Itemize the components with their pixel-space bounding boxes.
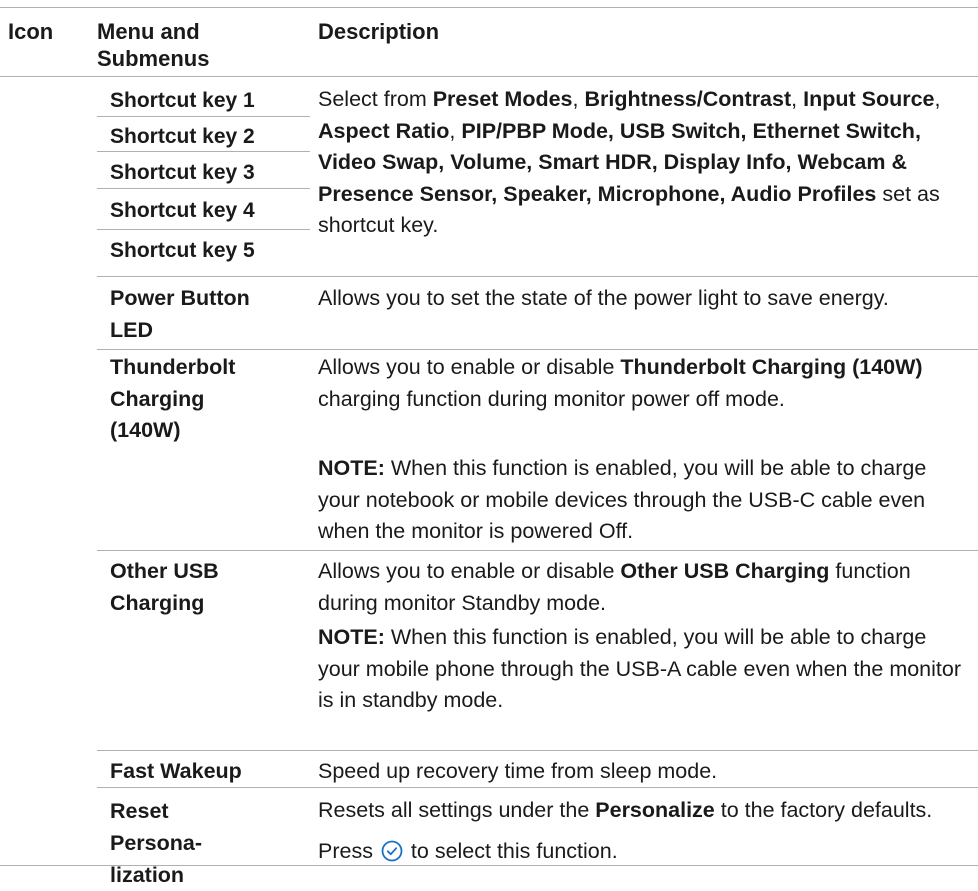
shortcut-key-4: Shortcut key 4 [110,199,255,222]
power-button-led-label: Power Button LED [110,283,250,346]
header-menu-line1: Menu and [97,19,200,44]
document-page: Icon Menu and Submenus Description Short… [0,0,978,887]
desc-bold: Input Source [803,87,935,111]
label-line: Other USB [110,559,219,583]
desc-bold: Preset Modes [432,87,573,111]
desc-text: Press [318,839,379,863]
label-line: lization [110,863,185,887]
fast-wakeup-description: Speed up recovery time from sleep mode. [318,759,718,783]
check-circle-icon [381,840,403,872]
row-rule [97,750,978,751]
table-top-rule [0,7,978,8]
header-description: Description [318,19,440,44]
label-line: LED [110,317,153,342]
shortcut-key-5: Shortcut key 5 [110,239,255,262]
desc-text: to select this function [404,839,612,863]
row-rule [97,276,978,277]
thunderbolt-charging-note: NOTE: When this function is enabled, you… [318,453,970,548]
shortcut-key-2: Shortcut key 2 [110,125,255,148]
label-line: Thunderbolt [110,355,236,379]
desc-text: , [791,87,804,111]
reset-personalization-label: Reset Persona- lization [110,795,202,891]
desc-text: Resets all settings under the [318,798,596,822]
thunderbolt-charging-label: Thunderbolt Charging (140W) [110,352,235,447]
desc-text: Select from [318,87,433,111]
label-line: (140W) [110,418,181,442]
desc-text: Allows you to enable or disable [318,355,621,379]
shortcut-description: Select from Preset Modes, Brightness/Con… [318,84,970,242]
reset-personalization-press: Press to select this function. [318,836,970,872]
note-label: NOTE: [318,625,385,649]
header-icon: Icon [8,19,54,44]
thunderbolt-charging-description: Allows you to enable or disable Thunderb… [318,352,970,415]
note-text: When this function is enabled, you will … [318,625,962,712]
desc-text: to the factory defaults. [714,798,933,822]
power-button-led-description: Allows you to set the state of the power… [318,286,889,310]
label-line: Charging [110,386,205,411]
desc-text: , [449,118,462,143]
desc-text: , [572,87,585,111]
header-menu: Menu and Submenus [97,18,209,72]
desc-bold: Aspect Ratio [318,118,450,143]
desc-text: . [611,839,618,863]
desc-bold: Other USB Charging [620,559,830,583]
header-bottom-rule [0,76,978,77]
other-usb-charging-note: NOTE: When this function is enabled, you… [318,622,970,717]
label-line: Persona- [110,831,203,855]
desc-text: charging function during monitor power o… [318,386,785,411]
row-rule [97,550,978,551]
label-line: Charging [110,590,205,615]
reset-personalization-description: Resets all settings under the Personaliz… [318,795,970,827]
fast-wakeup-label: Fast Wakeup [110,759,242,783]
other-usb-charging-label: Other USB Charging [110,556,219,619]
header-menu-line2: Submenus [97,46,210,71]
desc-bold: Personalize [595,798,715,822]
desc-bold: Brightness/Contrast [584,87,792,111]
note-text: When this function is enabled, you will … [318,456,927,543]
desc-bold: Thunderbolt Charging (140W) [620,355,923,379]
desc-text: Allows you to enable or disable [318,559,621,583]
label-line: Power Button [110,286,250,310]
shortcut-key-1: Shortcut key 1 [110,89,255,112]
other-usb-charging-description: Allows you to enable or disable Other US… [318,556,970,619]
row-rule [97,349,978,350]
label-line: Reset [110,799,169,823]
shortcut-key-3: Shortcut key 3 [110,161,255,184]
note-label: NOTE: [318,456,385,480]
row-rule [97,229,310,230]
desc-text: , [934,87,941,111]
